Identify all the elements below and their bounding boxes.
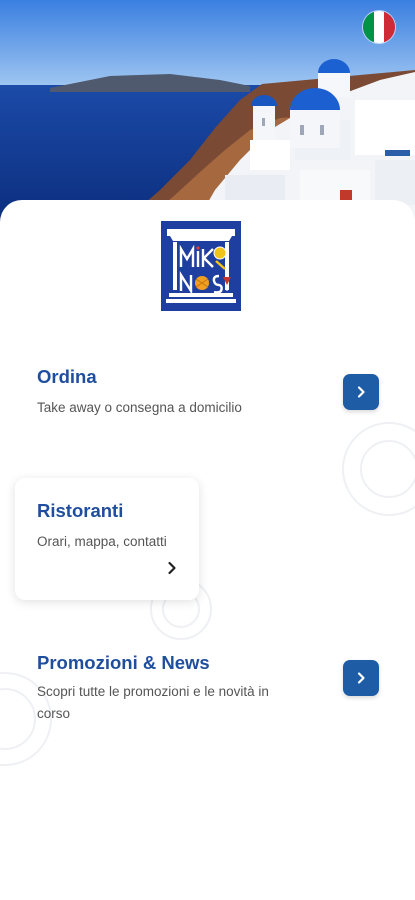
- decorative-ring: [342, 422, 415, 516]
- chevron-right-icon[interactable]: [165, 560, 179, 576]
- ordina-button[interactable]: [343, 374, 379, 410]
- menu-ristoranti-description: Orari, mappa, contatti: [37, 534, 167, 549]
- menu-ristoranti-title: Ristoranti: [37, 500, 124, 521]
- decorative-ring: [0, 688, 36, 750]
- menu-promozioni-description: Scopri tutte le promozioni e le novità i…: [37, 684, 269, 721]
- menu-ordina-title[interactable]: Ordina: [37, 366, 97, 388]
- hero-image: [0, 0, 415, 225]
- italy-flag-icon[interactable]: [363, 11, 395, 43]
- decorative-ring: [360, 440, 415, 498]
- menu-ordina-description: Take away o consegna a domicilio: [37, 400, 242, 415]
- ristoranti-card[interactable]: Ristoranti Orari, mappa, contatti: [15, 478, 199, 600]
- chevron-right-icon: [357, 672, 365, 684]
- chevron-right-icon: [357, 386, 365, 398]
- promozioni-button[interactable]: [343, 660, 379, 696]
- brand-logo: [161, 221, 241, 311]
- content-sheet: Ordina Take away o consegna a domicilio …: [0, 200, 415, 900]
- menu-promozioni-title[interactable]: Promozioni & News: [37, 652, 210, 674]
